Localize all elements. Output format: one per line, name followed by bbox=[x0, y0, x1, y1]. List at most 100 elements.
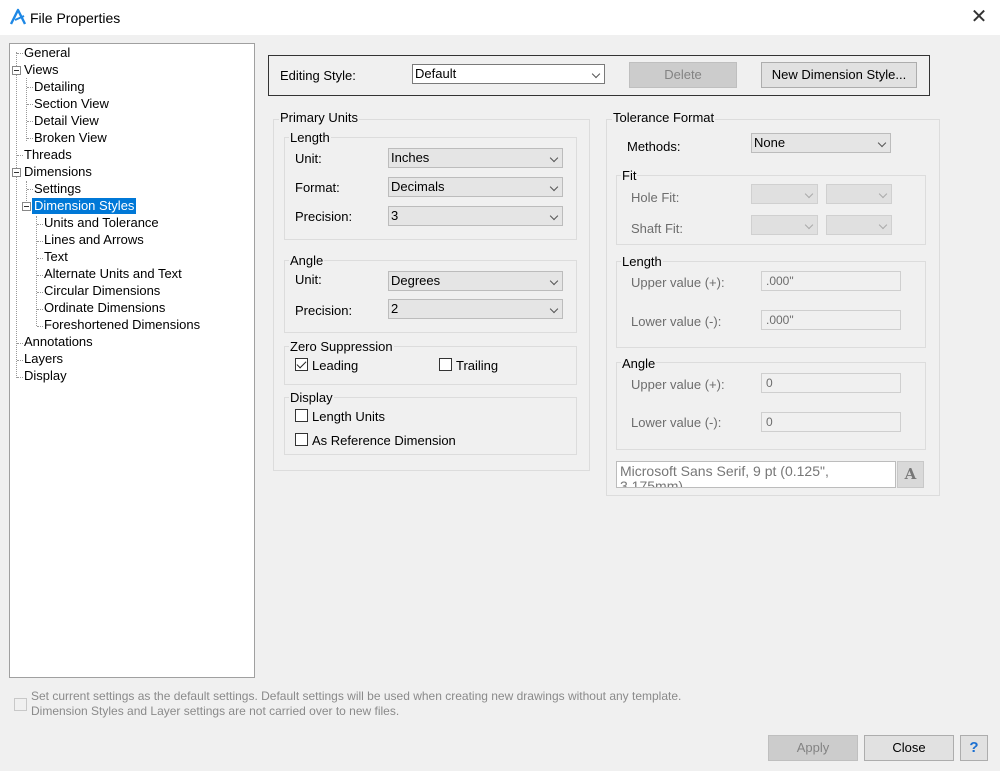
shaft-fit-select-2[interactable] bbox=[826, 215, 892, 235]
tree-item-dimension-styles[interactable]: Dimension Styles bbox=[32, 198, 137, 214]
font-display: Microsoft Sans Serif, 9 pt (0.125", 3.17… bbox=[616, 461, 896, 488]
length-upper-input[interactable]: .000" bbox=[761, 271, 901, 291]
angle-precision-select[interactable]: 2 bbox=[388, 299, 563, 319]
primary-units-title: Primary Units bbox=[279, 110, 360, 125]
angle-unit-value: Degrees bbox=[391, 273, 441, 288]
length-units-label: Length Units bbox=[312, 409, 385, 424]
tree-item-lines-and-arrows[interactable]: Lines and Arrows bbox=[42, 232, 146, 248]
leading-label: Leading bbox=[312, 358, 359, 373]
tree-item-settings[interactable]: Settings bbox=[32, 181, 83, 197]
delete-button[interactable]: Delete bbox=[629, 62, 737, 88]
trailing-checkbox[interactable] bbox=[439, 358, 452, 371]
chevron-down-icon bbox=[804, 189, 814, 199]
font-picker-icon[interactable]: A bbox=[897, 461, 924, 488]
app-logo-icon bbox=[9, 8, 27, 25]
angle-precision-label: Precision: bbox=[295, 303, 353, 318]
length-format-label: Format: bbox=[295, 180, 340, 195]
trailing-label: Trailing bbox=[456, 358, 499, 373]
window-title: File Properties bbox=[30, 10, 121, 26]
chevron-down-icon bbox=[591, 69, 601, 79]
chevron-down-icon bbox=[878, 189, 888, 199]
length-precision-value: 3 bbox=[391, 208, 399, 223]
editing-style-label: Editing Style: bbox=[280, 68, 356, 83]
shaft-fit-label: Shaft Fit: bbox=[631, 221, 684, 236]
length-precision-label: Precision: bbox=[295, 209, 353, 224]
tree-item-threads[interactable]: Threads bbox=[22, 147, 74, 163]
chevron-down-icon bbox=[549, 304, 559, 314]
chevron-down-icon bbox=[877, 138, 887, 148]
tree-item-display[interactable]: Display bbox=[22, 368, 69, 384]
new-dimension-style-button[interactable]: New Dimension Style... bbox=[761, 62, 917, 88]
display-title: Display bbox=[289, 390, 334, 405]
tree-item-dimensions[interactable]: Dimensions bbox=[22, 164, 94, 180]
tree-item-detailing[interactable]: Detailing bbox=[32, 79, 87, 95]
settings-tree[interactable]: General Views Detailing Section View Det… bbox=[9, 43, 255, 678]
collapse-dimension-styles-icon[interactable] bbox=[22, 202, 31, 211]
hole-fit-label: Hole Fit: bbox=[631, 190, 680, 205]
editing-style-value: Default bbox=[415, 66, 457, 81]
shaft-fit-select-1[interactable] bbox=[751, 215, 818, 235]
editing-style-select[interactable]: Default bbox=[412, 64, 605, 84]
angle-unit-select[interactable]: Degrees bbox=[388, 271, 563, 291]
hole-fit-select-2[interactable] bbox=[826, 184, 892, 204]
length-units-checkbox[interactable] bbox=[295, 409, 308, 422]
editing-style-bar: Editing Style: Default Delete New Dimens… bbox=[268, 55, 930, 96]
chevron-down-icon bbox=[878, 220, 888, 230]
zero-suppression-title: Zero Suppression bbox=[289, 339, 394, 354]
length-format-value: Decimals bbox=[391, 179, 445, 194]
chevron-down-icon bbox=[804, 220, 814, 230]
tolerance-angle-title: Angle bbox=[621, 356, 657, 371]
tree-item-foreshortened-dimensions[interactable]: Foreshortened Dimensions bbox=[42, 317, 202, 333]
length-lower-input[interactable]: .000" bbox=[761, 310, 901, 330]
length-upper-label: Upper value (+): bbox=[631, 275, 725, 290]
tree-item-general[interactable]: General bbox=[22, 45, 72, 61]
fit-title: Fit bbox=[621, 168, 638, 183]
set-default-checkbox[interactable] bbox=[14, 698, 27, 711]
length-unit-value: Inches bbox=[391, 150, 430, 165]
length-lower-label: Lower value (-): bbox=[631, 314, 722, 329]
collapse-views-icon[interactable] bbox=[12, 66, 21, 75]
length-unit-label: Unit: bbox=[295, 151, 322, 166]
tree-item-annotations[interactable]: Annotations bbox=[22, 334, 95, 350]
tree-item-layers[interactable]: Layers bbox=[22, 351, 65, 367]
angle-unit-label: Unit: bbox=[295, 272, 322, 287]
angle-upper-input[interactable]: 0 bbox=[761, 373, 901, 393]
tree-item-units-and-tolerance[interactable]: Units and Tolerance bbox=[42, 215, 161, 231]
tree-item-circular-dimensions[interactable]: Circular Dimensions bbox=[42, 283, 162, 299]
angle-lower-input[interactable]: 0 bbox=[761, 412, 901, 432]
collapse-dimensions-icon[interactable] bbox=[12, 168, 21, 177]
as-reference-checkbox[interactable] bbox=[295, 433, 308, 446]
methods-select[interactable]: None bbox=[751, 133, 891, 153]
tree-item-views[interactable]: Views bbox=[22, 62, 60, 78]
leading-checkbox[interactable] bbox=[295, 358, 308, 371]
length-unit-select[interactable]: Inches bbox=[388, 148, 563, 168]
tree-item-detail-view[interactable]: Detail View bbox=[32, 113, 101, 129]
angle-title: Angle bbox=[289, 253, 325, 268]
apply-button[interactable]: Apply bbox=[768, 735, 858, 761]
tolerance-length-title: Length bbox=[621, 254, 663, 269]
chevron-down-icon bbox=[549, 182, 559, 192]
as-reference-label: As Reference Dimension bbox=[312, 433, 456, 448]
tree-line bbox=[16, 52, 17, 378]
hole-fit-select-1[interactable] bbox=[751, 184, 818, 204]
title-bar: File Properties ✕ bbox=[0, 0, 1000, 35]
tree-item-alternate-units[interactable]: Alternate Units and Text bbox=[42, 266, 184, 282]
methods-label: Methods: bbox=[627, 139, 681, 154]
tree-item-text[interactable]: Text bbox=[42, 249, 70, 265]
close-button[interactable]: Close bbox=[864, 735, 954, 761]
default-settings-note: Set current settings as the default sett… bbox=[31, 689, 681, 719]
tolerance-format-title: Tolerance Format bbox=[612, 110, 716, 125]
length-title: Length bbox=[289, 130, 331, 145]
default-settings-note-line2: Dimension Styles and Layer settings are … bbox=[31, 704, 400, 718]
length-format-select[interactable]: Decimals bbox=[388, 177, 563, 197]
length-precision-select[interactable]: 3 bbox=[388, 206, 563, 226]
angle-lower-label: Lower value (-): bbox=[631, 415, 722, 430]
close-window-icon[interactable]: ✕ bbox=[964, 6, 994, 30]
angle-upper-label: Upper value (+): bbox=[631, 377, 725, 392]
tree-item-section-view[interactable]: Section View bbox=[32, 96, 111, 112]
tree-item-ordinate-dimensions[interactable]: Ordinate Dimensions bbox=[42, 300, 167, 316]
chevron-down-icon bbox=[549, 211, 559, 221]
angle-precision-value: 2 bbox=[391, 301, 399, 316]
help-icon[interactable]: ? bbox=[960, 735, 988, 761]
tree-item-broken-view[interactable]: Broken View bbox=[32, 130, 109, 146]
